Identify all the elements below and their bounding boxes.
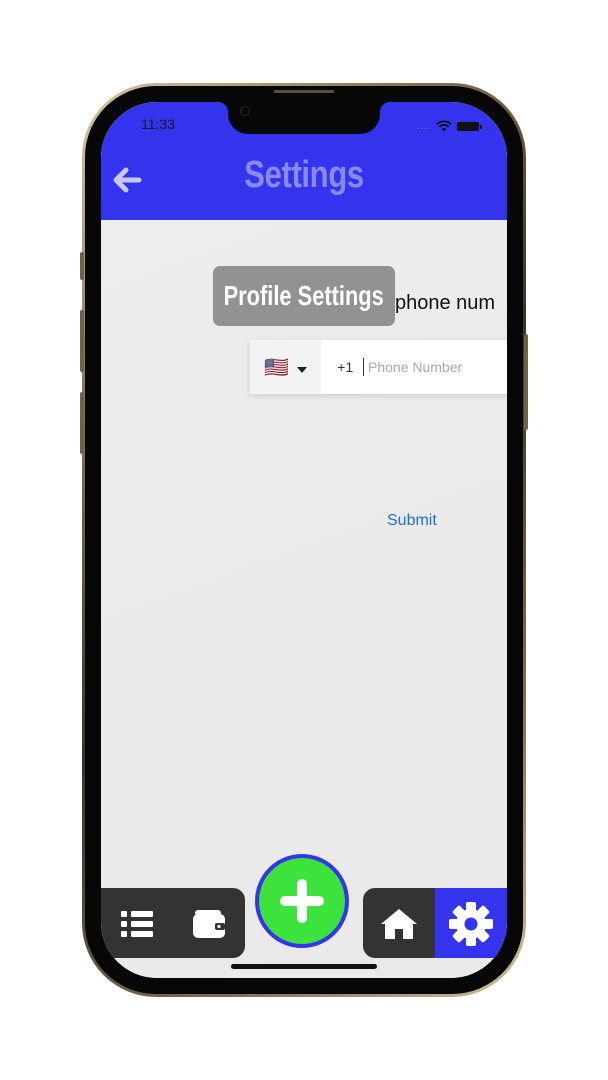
power-button [524, 334, 528, 430]
status-icons: .... [416, 117, 482, 136]
wallet-icon[interactable] [189, 904, 229, 944]
screen-background [101, 102, 507, 978]
phone-prompt-text: phone num [395, 292, 496, 314]
dial-code: +1 [337, 359, 354, 375]
page-title: Settings [244, 154, 364, 196]
wifi-icon [436, 117, 452, 136]
volume-down-button [80, 392, 84, 454]
battery-icon [457, 122, 482, 131]
volume-up-button [80, 310, 84, 372]
gear-icon[interactable] [447, 900, 495, 948]
tooltip-label: Profile Settings [223, 280, 385, 311]
text-cursor [363, 358, 364, 376]
signal-dots: .... [416, 122, 431, 131]
speaker-grille [274, 90, 334, 93]
camera-notch [218, 102, 390, 134]
list-icon[interactable] [117, 904, 157, 944]
add-button[interactable] [255, 854, 349, 948]
status-time: 11:33 [141, 116, 175, 132]
mute-switch [80, 252, 84, 280]
us-flag-icon: 🇺🇸 [264, 355, 290, 379]
phone-number-input[interactable] [366, 358, 507, 376]
country-code-picker[interactable]: 🇺🇸 [250, 340, 322, 394]
profile-settings-tooltip: Profile Settings [213, 266, 395, 326]
front-camera [240, 106, 250, 116]
app-screen: 11:33 .... Settings phone num Profile Se… [101, 102, 507, 978]
submit-button[interactable]: Submit [387, 512, 437, 530]
chevron-down-icon [297, 358, 308, 377]
home-indicator [231, 964, 377, 969]
plus-icon [280, 879, 324, 923]
home-icon[interactable] [377, 904, 421, 944]
phone-number-field: 🇺🇸 +1 [250, 340, 507, 394]
